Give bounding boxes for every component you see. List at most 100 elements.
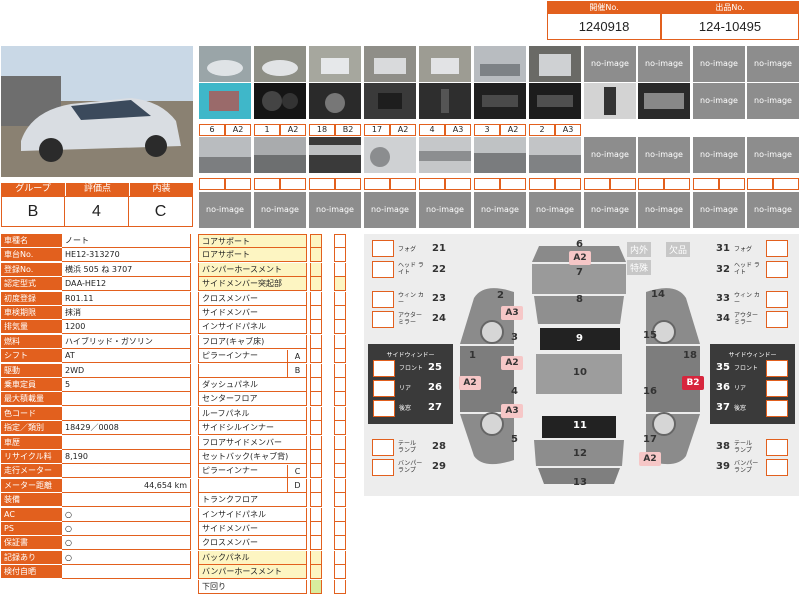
part-check-cell[interactable] — [310, 248, 322, 263]
part-check-cell[interactable] — [334, 421, 346, 436]
part-check-cell[interactable] — [334, 579, 346, 594]
photo-thumb[interactable] — [638, 83, 690, 119]
part-check-cell[interactable] — [310, 392, 322, 407]
photo-thumb[interactable] — [254, 83, 306, 119]
part-check-cell[interactable] — [334, 392, 346, 407]
tail-left-check[interactable] — [372, 439, 394, 456]
part-check-cell[interactable] — [310, 421, 322, 436]
part-check-cell[interactable] — [334, 435, 346, 450]
part-check-cell[interactable] — [310, 291, 322, 306]
part-check-cell[interactable] — [310, 320, 322, 335]
part-check-cell[interactable] — [334, 406, 346, 421]
part-check-cell[interactable] — [334, 550, 346, 565]
damage-badge[interactable]: A2 — [459, 376, 481, 390]
fog-right-check[interactable] — [766, 240, 788, 257]
part-check-cell[interactable] — [334, 349, 346, 364]
part-check-cell[interactable] — [310, 565, 322, 580]
damage-badge[interactable]: A3 — [501, 404, 523, 418]
photo-thumb[interactable] — [364, 46, 416, 82]
damage-badge[interactable]: A2 — [569, 251, 591, 265]
part-check-cell[interactable] — [310, 493, 322, 508]
headlight-right-check[interactable] — [766, 261, 788, 278]
part-check-cell[interactable] — [334, 478, 346, 493]
part-check-cell[interactable] — [310, 478, 322, 493]
tail-right-check[interactable] — [766, 439, 788, 456]
window-back-left-check[interactable] — [373, 400, 395, 417]
photo-thumb[interactable] — [199, 46, 251, 82]
part-check-cell[interactable] — [334, 493, 346, 508]
photo-thumb[interactable] — [474, 83, 526, 119]
part-check-cell[interactable] — [310, 450, 322, 464]
photo-thumb[interactable] — [419, 46, 471, 82]
photo-thumb[interactable] — [419, 83, 471, 119]
part-check-cell[interactable] — [334, 363, 346, 378]
part-check-cell[interactable] — [310, 378, 322, 392]
part-check-cell[interactable] — [334, 306, 346, 320]
part-check-cell[interactable] — [334, 507, 346, 522]
photo-thumb[interactable] — [584, 83, 636, 119]
damage-badge[interactable]: B2 — [682, 376, 704, 390]
mirror-left-check[interactable] — [372, 311, 394, 328]
part-check-cell[interactable] — [310, 306, 322, 320]
part-check-cell[interactable] — [310, 234, 322, 248]
headlight-left-check[interactable] — [372, 261, 394, 278]
photo-thumb[interactable] — [419, 137, 471, 173]
part-check-cell[interactable] — [310, 579, 322, 594]
bumper-lamp-left-check[interactable] — [372, 459, 394, 476]
part-check-cell[interactable] — [334, 522, 346, 536]
photo-thumb[interactable] — [529, 137, 581, 173]
part-check-cell[interactable] — [310, 363, 322, 378]
fog-left-check[interactable] — [372, 240, 394, 257]
part-check-cell[interactable] — [310, 334, 322, 349]
winker-right-check[interactable] — [766, 291, 788, 308]
photo-thumb[interactable] — [254, 46, 306, 82]
part-check-cell[interactable] — [334, 291, 346, 306]
damage-badge[interactable]: A2 — [639, 452, 661, 466]
part-check-cell[interactable] — [334, 248, 346, 263]
photo-thumb[interactable] — [364, 137, 416, 173]
part-check-cell[interactable] — [334, 234, 346, 248]
window-front-right-check[interactable] — [766, 360, 788, 377]
part-check-cell[interactable] — [334, 464, 346, 479]
bumper-lamp-right-check[interactable] — [766, 459, 788, 476]
damage-badge[interactable]: A2 — [501, 356, 523, 370]
main-car-photo[interactable] — [1, 46, 193, 177]
part-check-cell[interactable] — [334, 565, 346, 580]
part-check-cell[interactable] — [310, 349, 322, 364]
photo-thumb[interactable] — [199, 137, 251, 173]
part-check-cell[interactable] — [310, 435, 322, 450]
photo-thumb[interactable] — [474, 46, 526, 82]
photo-thumb[interactable] — [199, 83, 251, 119]
part-check-cell[interactable] — [310, 536, 322, 551]
photo-thumb[interactable] — [254, 137, 306, 173]
part-check-cell[interactable] — [334, 450, 346, 464]
mirror-right-check[interactable] — [766, 311, 788, 328]
part-check-cell[interactable] — [310, 277, 322, 292]
part-check-cell[interactable] — [310, 406, 322, 421]
part-check-cell[interactable] — [334, 536, 346, 551]
winker-left-check[interactable] — [372, 291, 394, 308]
photo-thumb[interactable] — [309, 137, 361, 173]
damage-badge[interactable]: A3 — [501, 306, 523, 320]
photo-damage-tag: 18 B2 — [309, 124, 361, 136]
part-check-cell[interactable] — [334, 262, 346, 277]
window-rear-right-check[interactable] — [766, 380, 788, 397]
part-check-cell[interactable] — [310, 507, 322, 522]
part-check-cell[interactable] — [334, 334, 346, 349]
window-rear-left-check[interactable] — [373, 380, 395, 397]
photo-thumb[interactable] — [529, 46, 581, 82]
photo-thumb[interactable] — [529, 83, 581, 119]
part-check-cell[interactable] — [334, 320, 346, 335]
part-check-cell[interactable] — [310, 522, 322, 536]
window-back-right-check[interactable] — [766, 400, 788, 417]
part-check-cell[interactable] — [334, 277, 346, 292]
photo-thumb[interactable] — [364, 83, 416, 119]
window-front-left-check[interactable] — [373, 360, 395, 377]
part-check-cell[interactable] — [310, 262, 322, 277]
part-check-cell[interactable] — [310, 464, 322, 479]
photo-thumb[interactable] — [309, 83, 361, 119]
photo-thumb[interactable] — [309, 46, 361, 82]
photo-thumb[interactable] — [474, 137, 526, 173]
part-check-cell[interactable] — [310, 550, 322, 565]
part-check-cell[interactable] — [334, 378, 346, 392]
